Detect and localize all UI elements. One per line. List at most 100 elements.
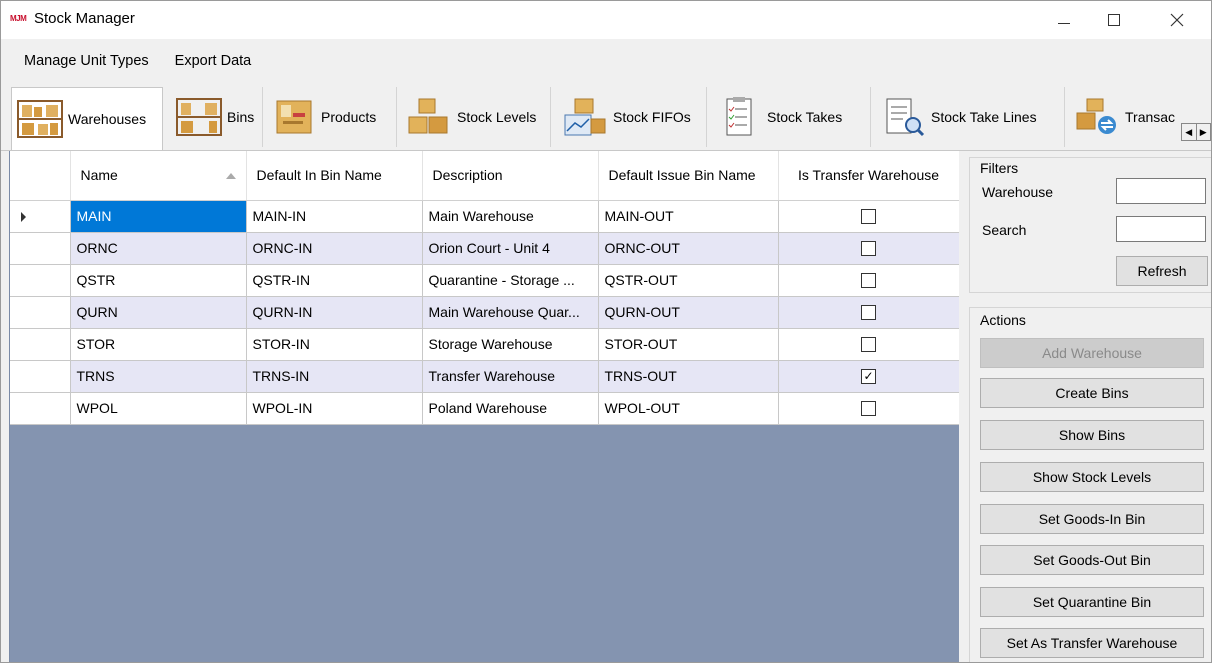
tab-stock-fifos[interactable]: Stock FIFOs xyxy=(557,87,707,147)
add-warehouse-button[interactable]: Add Warehouse xyxy=(980,338,1204,368)
cell-name[interactable]: MAIN xyxy=(70,200,247,233)
cell-is-transfer[interactable] xyxy=(778,264,959,297)
search-input[interactable] xyxy=(1116,216,1206,242)
cell-default-issue-bin[interactable]: STOR-OUT xyxy=(598,328,779,361)
close-button[interactable] xyxy=(1143,1,1211,39)
table-row[interactable]: WPOL WPOL-IN Poland Warehouse WPOL-OUT xyxy=(10,392,959,425)
current-row-arrow-icon xyxy=(21,211,26,222)
cell-default-issue-bin[interactable]: ORNC-OUT xyxy=(598,232,779,265)
table-row[interactable]: ORNC ORNC-IN Orion Court - Unit 4 ORNC-O… xyxy=(10,232,959,265)
cell-default-issue-bin[interactable]: QSTR-OUT xyxy=(598,264,779,297)
boxes-transfer-icon xyxy=(1076,98,1116,134)
set-quarantine-bin-button[interactable]: Set Quarantine Bin xyxy=(980,587,1204,617)
table-row[interactable]: MAIN MAIN-IN Main Warehouse MAIN-OUT xyxy=(10,200,959,233)
transfer-checkbox[interactable] xyxy=(861,304,876,320)
search-label: Search xyxy=(982,222,1027,238)
row-header[interactable] xyxy=(10,200,71,233)
cell-default-in-bin[interactable]: WPOL-IN xyxy=(246,392,423,425)
tab-bins[interactable]: Bins xyxy=(171,87,263,147)
show-bins-button[interactable]: Show Bins xyxy=(980,420,1204,450)
cell-name[interactable]: QSTR xyxy=(70,264,247,297)
cell-description[interactable]: Orion Court - Unit 4 xyxy=(422,232,599,265)
scroll-right-icon[interactable]: ▶ xyxy=(1197,124,1211,140)
transfer-checkbox[interactable] xyxy=(861,400,876,416)
column-header-name[interactable]: Name xyxy=(70,151,247,201)
column-header-default-in-bin[interactable]: Default In Bin Name xyxy=(246,151,423,201)
warehouse-filter-input[interactable] xyxy=(1116,178,1206,204)
cell-is-transfer[interactable] xyxy=(778,392,959,425)
transfer-checkbox[interactable]: ✓ xyxy=(861,368,876,384)
table-row[interactable]: QSTR QSTR-IN Quarantine - Storage ... QS… xyxy=(10,264,959,297)
cell-name[interactable]: WPOL xyxy=(70,392,247,425)
menu-manage-unit-types[interactable]: Manage Unit Types xyxy=(11,49,162,73)
tab-products[interactable]: Products xyxy=(265,87,397,147)
tab-stock-levels[interactable]: Stock Levels xyxy=(401,87,551,147)
tab-transactions[interactable]: Transac xyxy=(1069,87,1181,147)
row-header[interactable] xyxy=(10,264,71,297)
refresh-button[interactable]: Refresh xyxy=(1116,256,1208,286)
cell-description[interactable]: Main Warehouse Quar... xyxy=(422,296,599,329)
cell-default-issue-bin[interactable]: MAIN-OUT xyxy=(598,200,779,233)
transfer-checkbox[interactable] xyxy=(861,208,876,224)
cell-description[interactable]: Main Warehouse xyxy=(422,200,599,233)
row-header[interactable] xyxy=(10,296,71,329)
cell-description[interactable]: Storage Warehouse xyxy=(422,328,599,361)
cell-default-issue-bin[interactable]: WPOL-OUT xyxy=(598,392,779,425)
cell-name[interactable]: TRNS xyxy=(70,360,247,393)
set-goods-in-bin-button[interactable]: Set Goods-In Bin xyxy=(980,504,1204,534)
tab-warehouses[interactable]: Warehouses xyxy=(11,87,163,150)
cell-name[interactable]: ORNC xyxy=(70,232,247,265)
row-header[interactable] xyxy=(10,232,71,265)
column-header-label: Name xyxy=(80,167,118,184)
column-header-label: Is Transfer Warehouse xyxy=(797,167,940,184)
cell-default-in-bin[interactable]: TRNS-IN xyxy=(246,360,423,393)
scroll-left-icon[interactable]: ◀ xyxy=(1182,124,1197,140)
cell-default-issue-bin[interactable]: QURN-OUT xyxy=(598,296,779,329)
show-stock-levels-button[interactable]: Show Stock Levels xyxy=(980,462,1204,492)
transfer-checkbox[interactable] xyxy=(861,240,876,256)
maximize-button[interactable] xyxy=(1091,1,1137,39)
column-header-default-issue-bin[interactable]: Default Issue Bin Name xyxy=(598,151,779,201)
minimize-button[interactable] xyxy=(1041,1,1087,39)
row-header-corner xyxy=(10,151,71,201)
product-box-icon xyxy=(276,100,312,134)
cell-is-transfer[interactable]: ✓ xyxy=(778,360,959,393)
cell-name[interactable]: STOR xyxy=(70,328,247,361)
actions-title: Actions xyxy=(978,312,1028,328)
set-as-transfer-warehouse-button[interactable]: Set As Transfer Warehouse xyxy=(980,628,1204,658)
cell-default-in-bin[interactable]: STOR-IN xyxy=(246,328,423,361)
cell-default-in-bin[interactable]: ORNC-IN xyxy=(246,232,423,265)
cell-description[interactable]: Poland Warehouse xyxy=(422,392,599,425)
cell-default-in-bin[interactable]: QSTR-IN xyxy=(246,264,423,297)
create-bins-button[interactable]: Create Bins xyxy=(980,378,1204,408)
table-row[interactable]: QURN QURN-IN Main Warehouse Quar... QURN… xyxy=(10,296,959,329)
tab-stock-take-lines[interactable]: Stock Take Lines xyxy=(875,87,1065,147)
window-title: Stock Manager xyxy=(34,10,135,27)
cell-is-transfer[interactable] xyxy=(778,328,959,361)
set-goods-out-bin-button[interactable]: Set Goods-Out Bin xyxy=(980,545,1204,575)
row-header[interactable] xyxy=(10,360,71,393)
row-header[interactable] xyxy=(10,328,71,361)
stock-manager-window: MJM Stock Manager Manage Unit Types Expo… xyxy=(0,0,1212,663)
column-header-description[interactable]: Description xyxy=(422,151,599,201)
menu-export-data[interactable]: Export Data xyxy=(162,49,265,73)
transfer-checkbox[interactable] xyxy=(861,336,876,352)
tab-scroll-buttons: ◀ ▶ xyxy=(1181,123,1211,141)
cell-description[interactable]: Transfer Warehouse xyxy=(422,360,599,393)
cell-default-in-bin[interactable]: QURN-IN xyxy=(246,296,423,329)
cell-is-transfer[interactable] xyxy=(778,232,959,265)
tab-stock-takes[interactable]: Stock Takes xyxy=(711,87,871,147)
grid-body: MAIN MAIN-IN Main Warehouse MAIN-OUT ORN… xyxy=(10,200,959,425)
cell-name[interactable]: QURN xyxy=(70,296,247,329)
row-header[interactable] xyxy=(10,392,71,425)
menu-bar: Manage Unit Types Export Data xyxy=(1,39,1211,83)
cell-is-transfer[interactable] xyxy=(778,296,959,329)
cell-default-issue-bin[interactable]: TRNS-OUT xyxy=(598,360,779,393)
transfer-checkbox[interactable] xyxy=(861,272,876,288)
cell-description[interactable]: Quarantine - Storage ... xyxy=(422,264,599,297)
cell-default-in-bin[interactable]: MAIN-IN xyxy=(246,200,423,233)
cell-is-transfer[interactable] xyxy=(778,200,959,233)
column-header-is-transfer[interactable]: Is Transfer Warehouse xyxy=(778,151,959,201)
table-row[interactable]: TRNS TRNS-IN Transfer Warehouse TRNS-OUT… xyxy=(10,360,959,393)
table-row[interactable]: STOR STOR-IN Storage Warehouse STOR-OUT xyxy=(10,328,959,361)
